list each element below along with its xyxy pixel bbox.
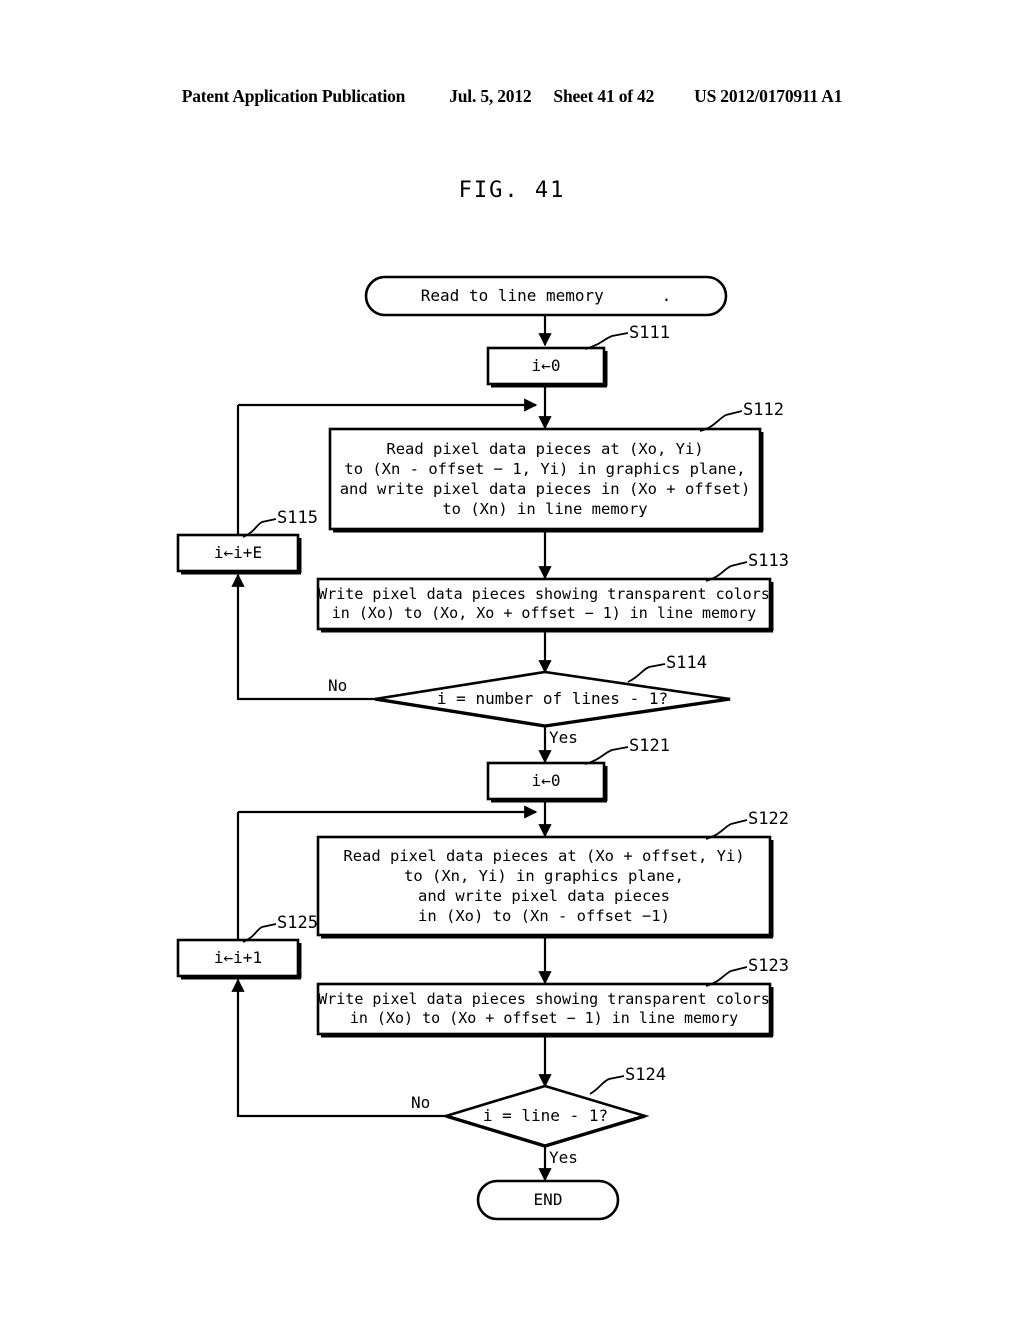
flowchart-svg xyxy=(176,275,774,1221)
s114-shape xyxy=(374,670,731,728)
s125-shape xyxy=(176,938,300,978)
s114-yes-label: Yes xyxy=(549,728,578,747)
s112-shape xyxy=(328,427,762,531)
s121-step-label: S121 xyxy=(629,736,670,756)
end-terminator-shape xyxy=(476,1179,620,1221)
s112-step-label: S112 xyxy=(743,400,784,420)
s122-step-label: S122 xyxy=(748,809,789,829)
s111-leader xyxy=(584,332,629,350)
s122-shape xyxy=(316,835,772,937)
s114-step-label: S114 xyxy=(666,653,707,673)
s124-no-label: No xyxy=(411,1093,431,1112)
s124-yes-label: Yes xyxy=(549,1148,578,1167)
s115-step-label: S115 xyxy=(277,508,318,528)
s121-shape xyxy=(486,761,606,801)
s123-shape xyxy=(316,982,772,1036)
start-terminator-shape xyxy=(364,275,728,317)
flowchart-diagram: Read to line memory . i←0 Read pixel dat… xyxy=(0,0,1024,1320)
s115-shape xyxy=(176,533,300,573)
s111-shape xyxy=(486,346,606,386)
s111-step-label: S111 xyxy=(629,323,670,343)
s113-shape xyxy=(316,577,772,631)
s124-leader xyxy=(589,1075,625,1095)
s123-step-label: S123 xyxy=(748,956,789,976)
s125-step-label: S125 xyxy=(277,913,318,933)
s113-step-label: S113 xyxy=(748,551,789,571)
s114-no-label: No xyxy=(328,676,348,695)
s121-leader xyxy=(584,746,629,765)
s124-shape xyxy=(441,1084,650,1148)
s114-leader xyxy=(627,663,666,683)
s124-step-label: S124 xyxy=(625,1065,666,1085)
